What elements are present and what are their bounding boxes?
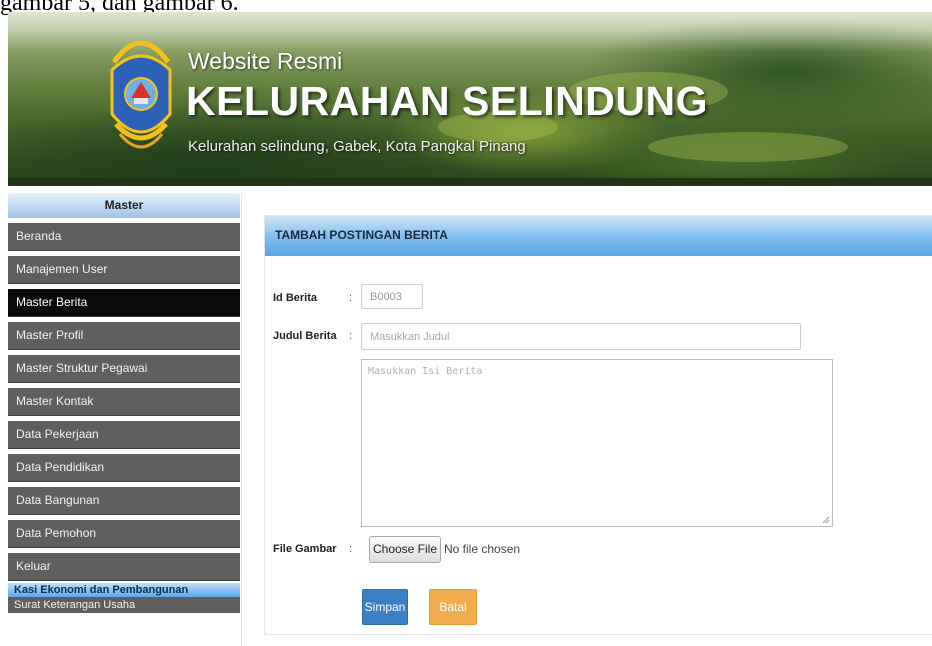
- cancel-button[interactable]: Batal: [429, 589, 477, 625]
- colon: :: [349, 330, 353, 342]
- sidebar-item-manajemen-user[interactable]: Manajemen User: [8, 256, 240, 284]
- main-content: TAMBAH POSTINGAN BERITA Id Berita : Judu…: [241, 193, 932, 646]
- judul-berita-input[interactable]: [361, 323, 801, 350]
- sidebar-item-master-profil[interactable]: Master Profil: [8, 322, 240, 350]
- isi-berita-textarea[interactable]: [361, 359, 833, 527]
- form-title: TAMBAH POSTINGAN BERITA: [275, 228, 448, 242]
- sidebar-item-keluar[interactable]: Keluar: [8, 553, 240, 581]
- sidebar-item-data-bangunan[interactable]: Data Bangunan: [8, 487, 240, 515]
- id-berita-label: Id Berita: [273, 292, 318, 304]
- sidebar-item-beranda[interactable]: Beranda: [8, 223, 240, 251]
- judul-berita-label: Judul Berita: [273, 330, 337, 342]
- site-subtitle: Website Resmi: [188, 48, 343, 74]
- sidebar-item-surat-keterangan-usaha[interactable]: Surat Keterangan Usaha: [8, 597, 240, 613]
- sidebar-heading: Master: [8, 193, 240, 218]
- sidebar-item-master-berita[interactable]: Master Berita: [8, 289, 240, 317]
- save-button[interactable]: Simpan: [362, 589, 408, 625]
- sidebar-item-master-kontak[interactable]: Master Kontak: [8, 388, 240, 416]
- kelurahan-emblem-logo: [110, 40, 172, 149]
- choose-file-button[interactable]: Choose File: [369, 536, 441, 563]
- sidebar-item-data-pekerjaan[interactable]: Data Pekerjaan: [8, 421, 240, 449]
- sidebar-section-kasi-ekonomi: Kasi Ekonomi dan Pembangunan: [8, 583, 240, 597]
- id-berita-field[interactable]: [361, 284, 423, 309]
- sidebar-item-master-struktur-pegawai[interactable]: Master Struktur Pegawai: [8, 355, 240, 383]
- site-title: KELURAHAN SELINDUNG: [186, 78, 708, 124]
- banner-bottom-strip: [8, 178, 932, 186]
- file-status-text: No file chosen: [444, 542, 521, 556]
- colon: :: [349, 292, 353, 304]
- colon: :: [349, 543, 353, 555]
- banner-terrace: [648, 132, 848, 162]
- file-gambar-label: File Gambar: [273, 543, 337, 555]
- textarea-resize-handle-icon[interactable]: [822, 516, 830, 524]
- sidebar-nav: Master Beranda Manajemen User Master Ber…: [8, 193, 240, 646]
- sidebar-item-data-pemohon[interactable]: Data Pemohon: [8, 520, 240, 548]
- site-address: Kelurahan selindung, Gabek, Kota Pangkal…: [188, 138, 526, 155]
- add-news-form-panel: TAMBAH POSTINGAN BERITA Id Berita : Judu…: [264, 215, 932, 635]
- site-header-banner: Website Resmi KELURAHAN SELINDUNG Kelura…: [8, 12, 932, 186]
- form-header: TAMBAH POSTINGAN BERITA: [265, 216, 932, 256]
- sidebar-item-data-pendidikan[interactable]: Data Pendidikan: [8, 454, 240, 482]
